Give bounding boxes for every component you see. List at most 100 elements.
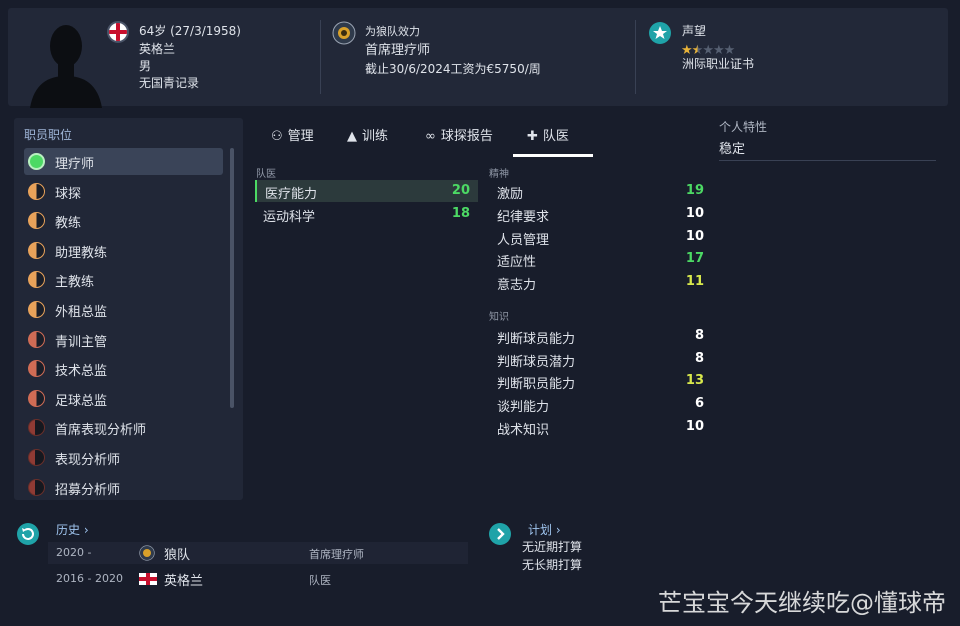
active-tab-underline: [513, 154, 593, 157]
attribute-label: 判断职员能力: [497, 377, 576, 393]
attribute-row[interactable]: 运动科学 18: [255, 203, 478, 225]
history-team[interactable]: 狼队: [164, 544, 190, 563]
sidebar-item-label: 球探: [55, 186, 82, 202]
attribute-label: 医疗能力: [265, 187, 318, 202]
half-red-circle-icon: [28, 389, 45, 407]
attribute-value: 18: [451, 206, 470, 221]
sidebar-item-label: 外租总监: [55, 305, 108, 320]
attribute-value: 10: [685, 205, 704, 221]
mental-heading: 精神: [489, 169, 509, 180]
half-orange-circle-icon: [28, 212, 45, 230]
training-icon: ▲: [347, 129, 357, 144]
sidebar-item[interactable]: 青训主管: [24, 326, 223, 353]
half-orange-circle-icon: [28, 241, 45, 259]
binoculars-icon: ∞: [425, 129, 436, 144]
dark-red-circle-icon: [28, 419, 45, 437]
management-icon: ⚇: [271, 129, 283, 144]
tab-training[interactable]: ▲ 训练: [347, 125, 388, 157]
traits-divider: [719, 160, 936, 161]
attribute-row[interactable]: 战术知识 10: [489, 416, 712, 438]
attribute-row[interactable]: 意志力 11: [489, 271, 712, 293]
age-dob: 64岁 (27/3/1958): [139, 24, 241, 38]
tab-management[interactable]: ⚇ 管理: [271, 125, 314, 157]
plans-title[interactable]: 计划 ›: [528, 521, 561, 538]
wolves-badge-icon[interactable]: [332, 21, 356, 45]
attribute-label: 意志力: [497, 278, 537, 294]
half-orange-circle-icon: [28, 301, 45, 318]
reputation-stars: ★★★★★: [681, 39, 735, 58]
attribute-row[interactable]: 适应性 17: [489, 248, 712, 270]
attribute-row[interactable]: 人员管理 10: [489, 226, 712, 248]
sidebar-item[interactable]: 助理教练: [24, 237, 223, 264]
attribute-value: 8: [694, 350, 704, 366]
half-red-circle-icon: [28, 330, 45, 348]
attribute-row[interactable]: 激励 19: [489, 180, 712, 202]
attribute-value: 10: [685, 418, 704, 434]
attribute-row[interactable]: 谈判能力 6: [489, 393, 712, 415]
reputation-label: 声望: [682, 24, 707, 38]
sidebar-item[interactable]: 足球总监: [24, 385, 223, 412]
sidebar-item[interactable]: 表现分析师: [24, 444, 223, 471]
attribute-value: 6: [694, 396, 704, 412]
attribute-label: 判断球员能力: [497, 332, 576, 347]
roles-scrollbar[interactable]: [230, 148, 234, 408]
sidebar-item[interactable]: 球探: [24, 178, 223, 205]
dark-red-circle-icon: [28, 478, 45, 496]
half-red-circle-icon: [28, 360, 45, 378]
attribute-value: 8: [694, 328, 704, 343]
staff-roles-panel: 职员职位 理疗师球探教练助理教练主教练外租总监青训主管技术总监足球总监首席表现分…: [14, 118, 243, 500]
history-years: 2016 - 2020: [56, 572, 123, 585]
sidebar-item[interactable]: 招募分析师: [24, 474, 223, 500]
england-flag-icon: [107, 21, 129, 43]
plans-near: 无近期打算: [522, 540, 583, 554]
history-team[interactable]: 英格兰: [164, 570, 203, 589]
sidebar-item-label: 招募分析师: [55, 482, 121, 498]
header-divider: [635, 20, 636, 94]
history-row[interactable]: [48, 542, 468, 564]
half-orange-circle-icon: [28, 182, 45, 200]
attribute-value: 11: [685, 274, 704, 290]
traits-value: 稳定: [719, 142, 746, 157]
sidebar-item[interactable]: 主教练: [24, 266, 223, 293]
history-title[interactable]: 历史 ›: [56, 521, 89, 538]
attribute-label: 判断球员潜力: [497, 354, 576, 370]
attribute-label: 适应性: [497, 255, 537, 271]
attribute-row[interactable]: 纪律要求 10: [489, 203, 712, 225]
wolves-badge-icon: [139, 545, 155, 561]
plans-icon[interactable]: [488, 522, 512, 546]
history-role: 首席理疗师: [309, 548, 364, 561]
history-role: 队医: [309, 574, 331, 587]
nationality[interactable]: 英格兰: [139, 40, 175, 57]
sidebar-item-label: 青训主管: [55, 334, 108, 350]
contract-info: 截止30/6/2024工资为€5750/周: [365, 62, 541, 76]
attribute-label: 纪律要求: [497, 209, 550, 225]
sidebar-item[interactable]: 技术总监: [24, 355, 223, 382]
tab-medical[interactable]: ✚ 队医: [527, 125, 569, 157]
sidebar-item-label: 主教练: [55, 275, 95, 291]
youth-record: 无国青记录: [139, 76, 200, 90]
attribute-row[interactable]: 判断球员潜力 8: [489, 348, 712, 370]
position-title: 首席理疗师: [365, 43, 431, 58]
license: 洲际职业证书: [682, 57, 755, 71]
attribute-row[interactable]: 判断职员能力 13: [489, 370, 712, 392]
attribute-row[interactable]: 医疗能力 20: [255, 180, 478, 202]
traits-label: 个人特性: [719, 120, 768, 134]
attribute-row[interactable]: 判断球员能力 8: [489, 325, 712, 347]
sidebar-item-label: 首席表现分析师: [55, 423, 147, 439]
attribute-label: 运动科学: [263, 210, 316, 225]
tab-scouting[interactable]: ∞ 球探报告: [425, 125, 493, 157]
history-icon[interactable]: [16, 522, 40, 546]
knowledge-heading: 知识: [489, 312, 509, 323]
roles-title: 职员职位: [24, 128, 73, 142]
staff-header: 64岁 (27/3/1958) 英格兰 男 无国青记录 为狼队效力 首席理疗师 …: [8, 8, 948, 108]
sidebar-item-label: 教练: [55, 216, 82, 232]
attribute-value: 10: [685, 228, 704, 244]
sidebar-item[interactable]: 首席表现分析师: [24, 414, 223, 441]
sidebar-item[interactable]: 理疗师: [24, 148, 223, 175]
sidebar-item[interactable]: 教练: [24, 207, 223, 234]
header-divider: [320, 20, 321, 94]
history-years: 2020 -: [56, 546, 92, 559]
sidebar-item[interactable]: 外租总监: [24, 296, 223, 323]
half-orange-circle-icon: [28, 271, 45, 289]
medical-heading: 队医: [256, 169, 276, 180]
